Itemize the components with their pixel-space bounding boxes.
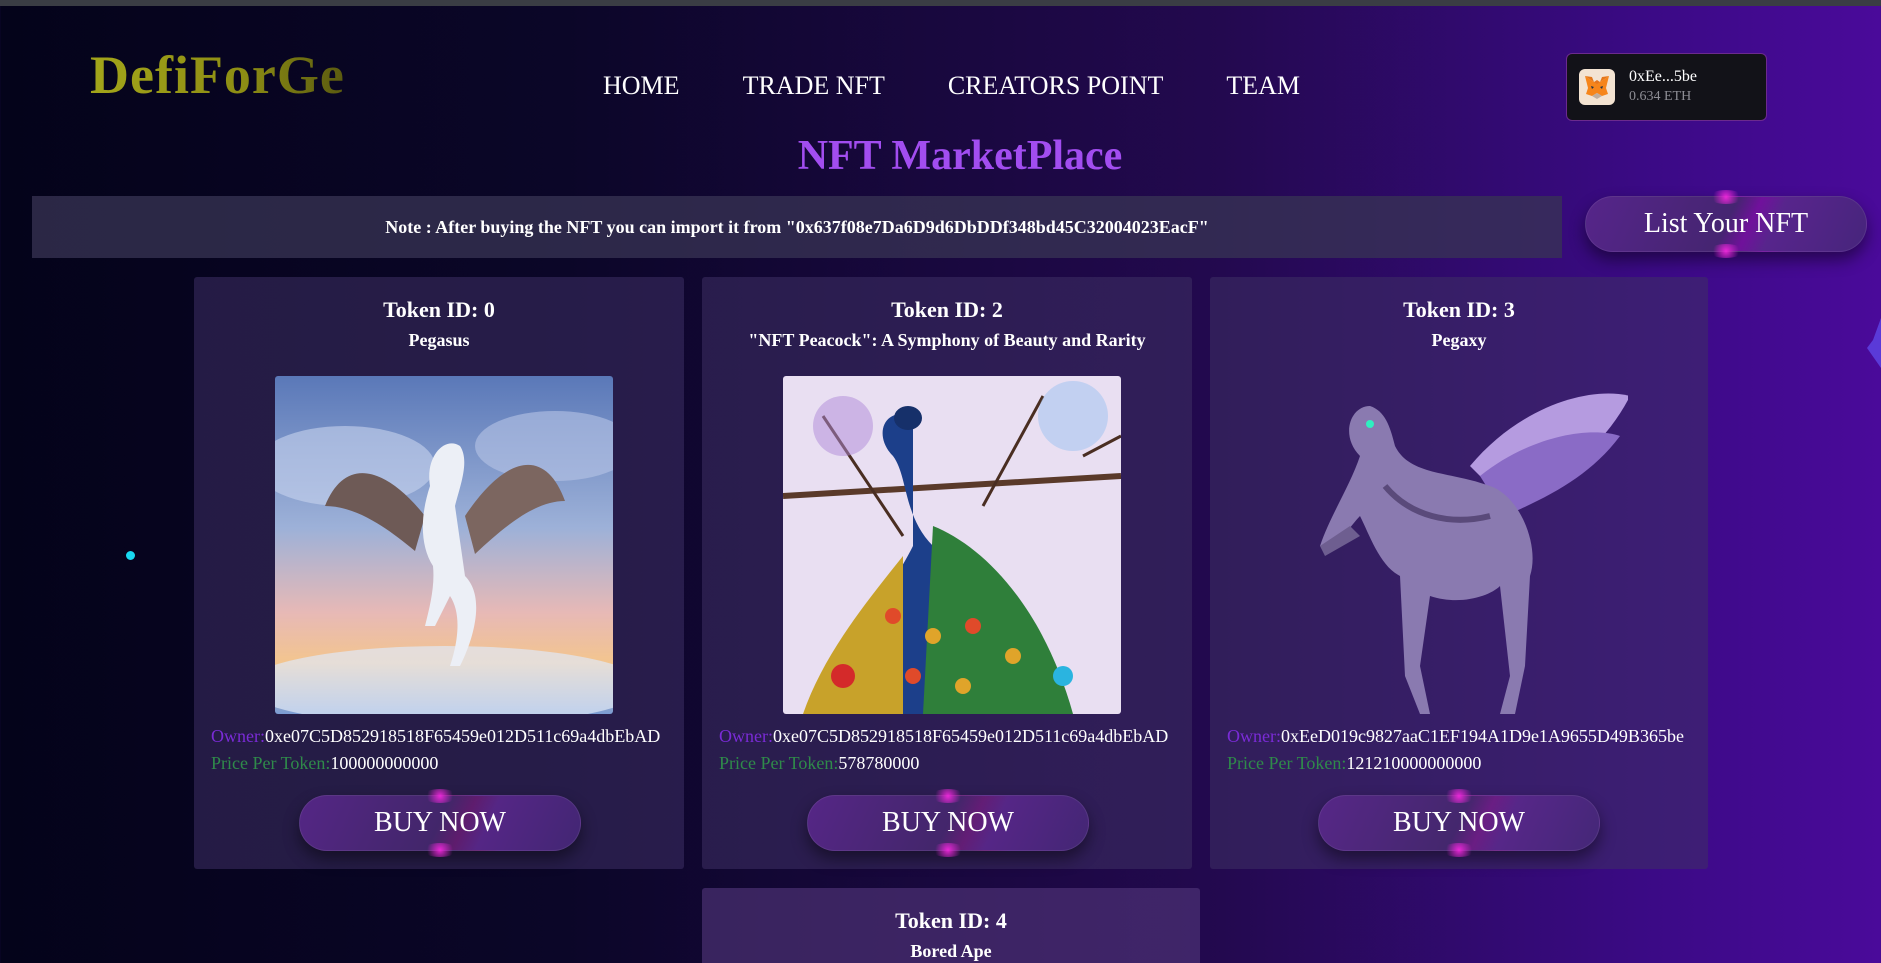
price-value: 578780000 xyxy=(838,753,920,773)
token-id: Token ID: 3 xyxy=(1403,297,1515,322)
owner-label: Owner: xyxy=(211,726,265,746)
metamask-fox-icon xyxy=(1579,69,1615,105)
wallet-address: 0xEe...5be xyxy=(1629,68,1697,85)
token-id: Token ID: 4 xyxy=(895,908,1007,933)
nft-card: Token ID: 4 Bored Ape xyxy=(702,888,1200,963)
owner-row: Owner:0xe07C5D852918518F65459e012D511c69… xyxy=(719,726,1168,747)
buy-now-button[interactable]: BUY NOW xyxy=(807,795,1089,851)
price-row: Price Per Token:578780000 xyxy=(719,753,919,774)
nft-name: Pegasus xyxy=(408,330,470,350)
main-nav: HOME TRADE NFT CREATORS POINT TEAM xyxy=(603,70,1363,102)
wallet-connect-button[interactable]: 0xEe...5be 0.634 ETH xyxy=(1566,53,1767,121)
site-logo[interactable]: DefiForGe xyxy=(90,48,345,102)
cursor-dot xyxy=(126,551,135,560)
owner-address: 0xe07C5D852918518F65459e012D511c69a4dbEb… xyxy=(772,726,1169,746)
price-row: Price Per Token:100000000000 xyxy=(211,753,438,774)
owner-label: Owner: xyxy=(1227,726,1281,746)
nft-name: "NFT Peacock": A Symphony of Beauty and … xyxy=(748,330,1146,350)
owner-label: Owner: xyxy=(719,726,773,746)
price-row: Price Per Token:121210000000000 xyxy=(1227,753,1481,774)
page-title: NFT MarketPlace xyxy=(797,133,1123,179)
nft-card: Token ID: 3 Pegaxy Owner:0xEeD019c9827aa… xyxy=(1210,277,1708,869)
nav-trade-nft[interactable]: TRADE NFT xyxy=(743,70,885,102)
token-id: Token ID: 0 xyxy=(383,297,495,322)
buy-now-button[interactable]: BUY NOW xyxy=(1318,795,1600,851)
nav-home[interactable]: HOME xyxy=(603,70,680,102)
price-label: Price Per Token: xyxy=(1227,753,1347,773)
wallet-info: 0xEe...5be 0.634 ETH xyxy=(1629,67,1697,107)
nft-name: Pegaxy xyxy=(1431,330,1487,350)
import-note: Note : After buying the NFT you can impo… xyxy=(32,196,1562,258)
buy-now-button[interactable]: BUY NOW xyxy=(299,795,581,851)
price-value: 121210000000000 xyxy=(1346,753,1482,773)
nft-image-pegaxy[interactable] xyxy=(1290,376,1628,714)
price-label: Price Per Token: xyxy=(719,753,839,773)
list-your-nft-button[interactable]: List Your NFT xyxy=(1585,196,1867,252)
owner-row: Owner:0xEeD019c9827aaC1EF194A1D9e1A9655D… xyxy=(1227,726,1684,747)
nft-card: Token ID: 0 Pegasus Owner:0xe07C5D852918… xyxy=(194,277,684,869)
nft-image-peacock[interactable] xyxy=(783,376,1121,714)
browser-top-strip xyxy=(0,0,1881,6)
owner-address: 0xEeD019c9827aaC1EF194A1D9e1A9655D49B365… xyxy=(1280,726,1684,746)
nft-card: Token ID: 2 "NFT Peacock": A Symphony of… xyxy=(702,277,1192,869)
nft-name: Bored Ape xyxy=(910,941,992,961)
owner-address: 0xe07C5D852918518F65459e012D511c69a4dbEb… xyxy=(264,726,661,746)
carousel-arrow-icon[interactable] xyxy=(1863,318,1881,368)
owner-row: Owner:0xe07C5D852918518F65459e012D511c69… xyxy=(211,726,660,747)
nft-image-pegasus[interactable] xyxy=(275,376,613,714)
nav-creators-point[interactable]: CREATORS POINT xyxy=(948,70,1164,102)
nav-team[interactable]: TEAM xyxy=(1226,70,1300,102)
wallet-balance: 0.634 ETH xyxy=(1629,89,1692,104)
price-value: 100000000000 xyxy=(330,753,439,773)
token-id: Token ID: 2 xyxy=(891,297,1003,322)
price-label: Price Per Token: xyxy=(211,753,331,773)
